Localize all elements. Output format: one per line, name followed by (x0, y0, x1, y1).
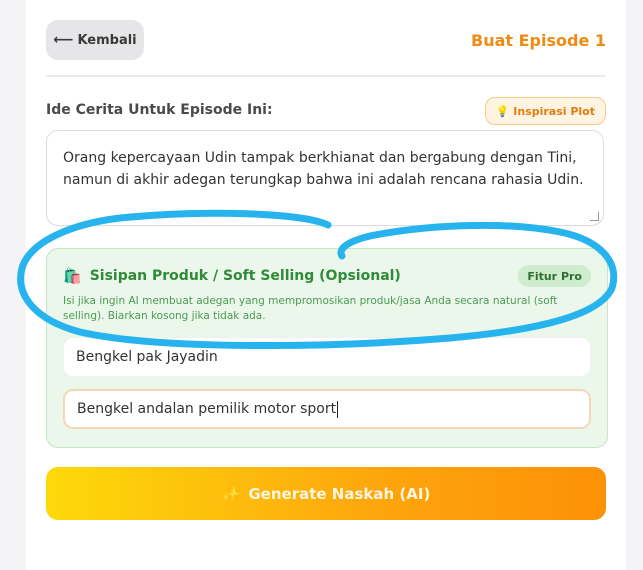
product-section-title: 🛍️ Sisipan Produk / Soft Selling (Opsion… (63, 267, 401, 285)
product-name-input[interactable]: Bengkel pak Jayadin (63, 337, 591, 377)
pro-feature-badge: Fitur Pro (518, 265, 591, 287)
lightbulb-icon: 💡 (495, 104, 510, 118)
product-name-value: Bengkel pak Jayadin (76, 349, 218, 365)
resize-handle[interactable] (590, 212, 599, 221)
generate-script-button[interactable]: ✨ Generate Naskah (AI) (46, 467, 606, 520)
sparkles-icon: ✨ (221, 484, 241, 503)
product-placement-section: 🛍️ Sisipan Produk / Soft Selling (Opsion… (46, 248, 608, 448)
header-divider (46, 75, 606, 77)
episode-form-card: ⟵ Kembali Buat Episode 1 Ide Cerita Untu… (26, 0, 626, 570)
page-title: Buat Episode 1 (471, 31, 606, 50)
story-idea-text: Orang kepercayaan Udin tampak berkhianat… (63, 150, 584, 188)
inspiration-button[interactable]: 💡 Inspirasi Plot (484, 97, 606, 125)
story-idea-textarea[interactable]: Orang kepercayaan Udin tampak berkhianat… (46, 130, 604, 226)
product-description-input[interactable]: Bengkel andalan pemilik motor sport (63, 389, 591, 429)
generate-button-label: Generate Naskah (AI) (248, 484, 431, 503)
text-cursor (337, 400, 339, 418)
story-idea-label: Ide Cerita Untuk Episode Ini: (46, 102, 273, 118)
shopping-bag-icon: 🛍️ (63, 267, 82, 285)
back-button[interactable]: ⟵ Kembali (46, 20, 144, 60)
product-section-title-text: Sisipan Produk / Soft Selling (Opsional) (89, 268, 401, 284)
arrow-left-icon: ⟵ (53, 32, 74, 48)
product-description-value: Bengkel andalan pemilik motor sport (77, 401, 337, 417)
back-button-label: Kembali (77, 32, 137, 48)
product-section-description: Isi jika ingin AI membuat adegan yang me… (63, 295, 558, 322)
inspiration-button-label: Inspirasi Plot (513, 104, 595, 118)
